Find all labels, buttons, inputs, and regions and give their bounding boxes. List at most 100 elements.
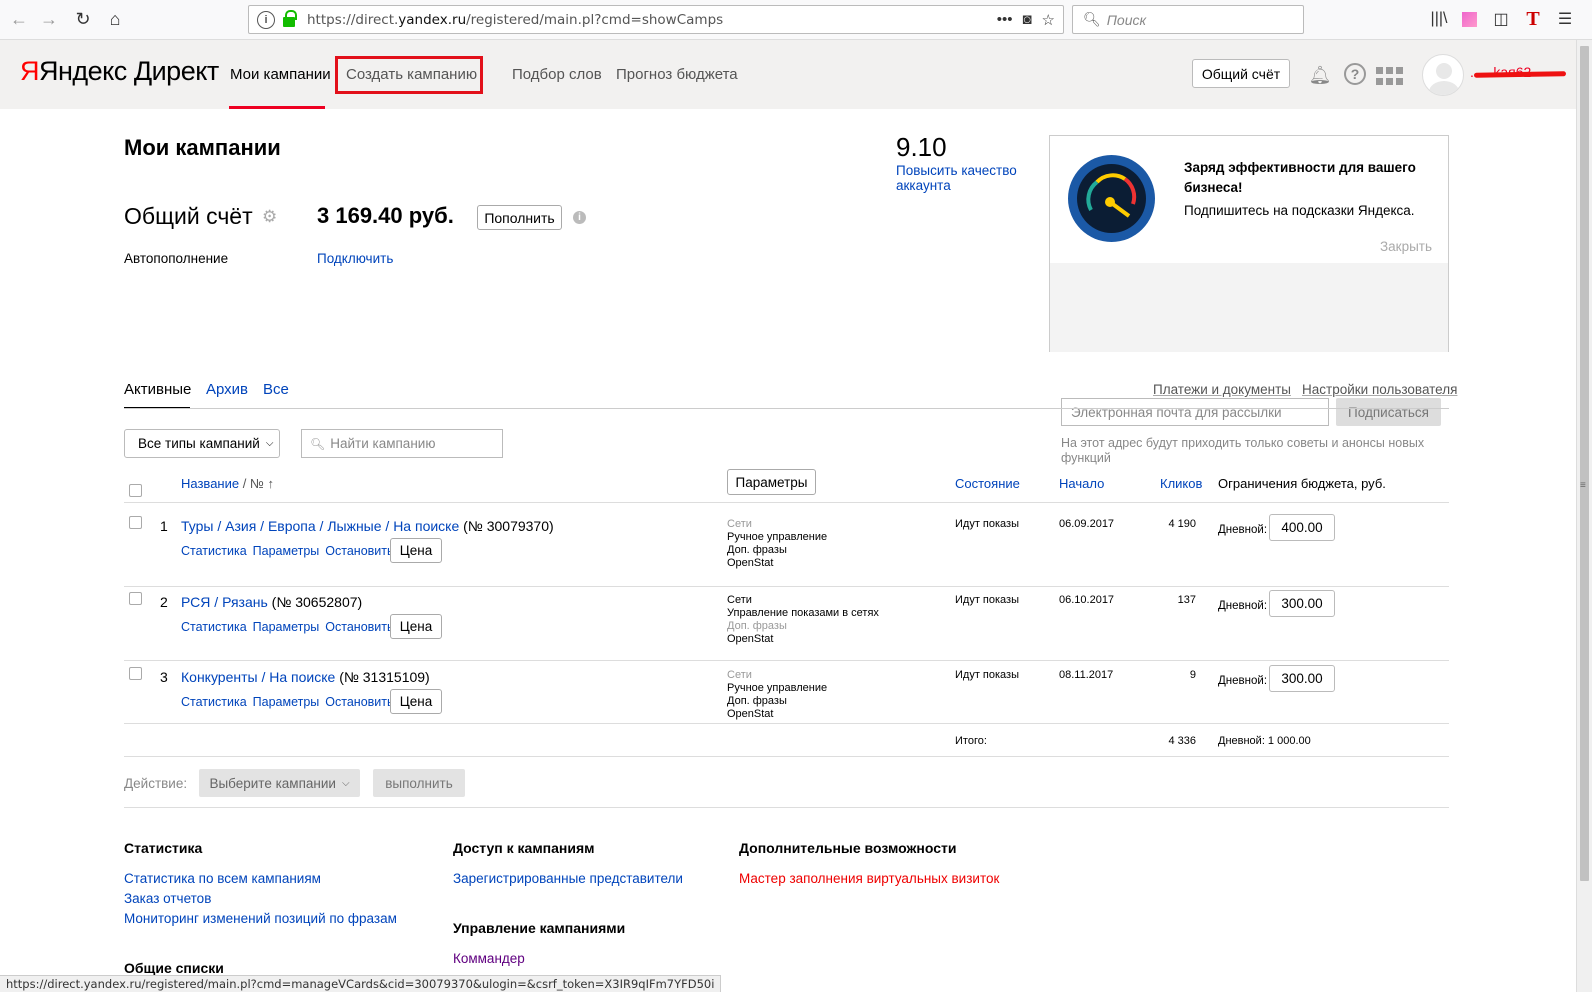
column-name-header[interactable]: Название / № ↑ <box>181 476 274 491</box>
campaign-state: Идут показы <box>955 594 1019 606</box>
execute-button[interactable]: выполнить <box>373 769 465 797</box>
nav-my-campaigns[interactable]: Мои кампании <box>230 66 331 83</box>
home-icon[interactable]: ⌂ <box>102 6 128 32</box>
browser-toolbar: ← → ↻ ⌂ i https://direct.yandex.ru/regis… <box>0 0 1592 40</box>
bookmark-star-icon[interactable]: ☆ <box>1042 11 1055 29</box>
footer-stats-title: Статистика <box>124 840 203 856</box>
params-link[interactable]: Параметры <box>253 695 320 709</box>
tab-archive[interactable]: Архив <box>206 381 248 398</box>
stats-link[interactable]: Статистика <box>181 544 247 558</box>
payments-link[interactable]: Платежи и документы <box>1153 382 1291 397</box>
reload-icon[interactable]: ↻ <box>70 6 96 32</box>
campaign-flags: Сети Ручное управление Доп. фразы OpenSt… <box>727 518 828 569</box>
improve-quality-link[interactable]: Повысить качество аккаунта <box>896 163 1036 193</box>
avatar[interactable] <box>1422 54 1464 96</box>
sidebar-icon[interactable]: ◫ <box>1490 8 1512 30</box>
select-all-checkbox[interactable] <box>129 484 142 497</box>
browser-search-field[interactable]: 🔍︎ Поиск <box>1072 5 1304 34</box>
choose-campaigns-select[interactable]: Выберите кампании ⌵ <box>199 769 360 797</box>
nav-word-selection[interactable]: Подбор слов <box>512 66 602 83</box>
table-row: 1 Туры / Азия / Европа / Лыжные / На пои… <box>0 514 1576 586</box>
footer-link[interactable]: Мастер заполнения виртуальных визиток <box>739 871 999 886</box>
page-title: Мои кампании <box>124 135 281 160</box>
stop-link[interactable]: Остановить <box>325 620 393 634</box>
topup-button[interactable]: Пополнить <box>477 205 562 230</box>
campaign-search-input[interactable]: 🔍︎ Найти кампанию <box>301 429 503 458</box>
search-icon: 🔍︎ <box>310 436 326 451</box>
price-button[interactable]: Цена <box>390 538 442 563</box>
pocket-icon[interactable]: ◙ <box>1022 11 1031 28</box>
nav-budget-forecast[interactable]: Прогноз бюджета <box>616 66 738 83</box>
campaign-link[interactable]: Туры / Азия / Европа / Лыжные / На поиск… <box>181 518 459 534</box>
limit-label: Дневной: <box>1218 675 1268 687</box>
address-bar[interactable]: i https://direct.yandex.ru/registered/ma… <box>248 5 1064 34</box>
stats-link[interactable]: Статистика <box>181 620 247 634</box>
stop-link[interactable]: Остановить <box>325 695 393 709</box>
daily-limit-input[interactable]: 400.00 <box>1269 514 1335 541</box>
apps-grid-icon[interactable] <box>1376 67 1403 85</box>
table-row: 3 Конкуренты / На поиске (№ 31315109) Ст… <box>0 665 1576 737</box>
scrollbar-thumb[interactable] <box>1580 46 1589 881</box>
column-clicks-header[interactable]: Кликов <box>1160 476 1202 491</box>
footer-link[interactable]: Коммандер <box>453 951 525 966</box>
params-link[interactable]: Параметры <box>253 620 320 634</box>
total-label: Итого: <box>955 735 987 747</box>
chevron-down-icon: ⌵ <box>341 777 350 789</box>
tab-active[interactable]: Активные <box>124 381 191 398</box>
bell-icon[interactable]: 🔔︎ <box>1308 63 1332 87</box>
column-start-header[interactable]: Начало <box>1059 476 1104 491</box>
row-number: 3 <box>160 669 168 685</box>
campaign-id: (№ 30652807) <box>271 594 363 610</box>
footer-link[interactable]: Зарегистрированные представители <box>453 871 683 886</box>
library-icon[interactable]: |||\ <box>1428 8 1450 30</box>
stats-link[interactable]: Статистика <box>181 695 247 709</box>
account-button[interactable]: Общий счёт <box>1192 59 1290 88</box>
campaign-flags: Сети Управление показами в сетях Доп. фр… <box>727 594 879 645</box>
gear-icon[interactable]: ⚙ <box>262 208 278 225</box>
forward-icon[interactable]: → <box>36 6 62 32</box>
help-icon[interactable]: ? <box>1344 63 1366 85</box>
menu-icon[interactable]: ☰ <box>1554 8 1576 30</box>
campaign-clicks: 4 190 <box>1168 518 1196 530</box>
autofill-label: Автопополнение <box>124 251 229 266</box>
params-link[interactable]: Параметры <box>253 544 320 558</box>
footer-link[interactable]: Статистика по всем кампаниям <box>124 871 321 886</box>
footer-link[interactable]: Заказ отчетов <box>124 891 211 906</box>
site-info-icon[interactable]: i <box>257 10 275 29</box>
stop-link[interactable]: Остановить <box>325 544 393 558</box>
daily-limit-input[interactable]: 300.00 <box>1269 665 1335 692</box>
scrollbar[interactable]: ≡ <box>1576 40 1592 992</box>
row-checkbox[interactable] <box>129 592 142 605</box>
promo-close-link[interactable]: Закрыть <box>1380 239 1432 254</box>
price-button[interactable]: Цена <box>390 614 442 639</box>
page-actions-icon[interactable]: ••• <box>997 11 1013 28</box>
autofill-connect-link[interactable]: Подключить <box>317 251 393 266</box>
site-header: ЯЯндекс Директ Мои кампании Создать камп… <box>0 40 1576 109</box>
row-checkbox[interactable] <box>129 516 142 529</box>
search-icon: 🔍︎ <box>1083 11 1101 27</box>
logo[interactable]: ЯЯндекс Директ <box>20 56 219 87</box>
parameters-button[interactable]: Параметры <box>727 469 816 495</box>
row-checkbox[interactable] <box>129 667 142 680</box>
campaign-types-select[interactable]: Все типы кампаний ⌵ <box>124 429 280 458</box>
balance-value: 3 169.40 руб. <box>317 203 454 228</box>
footer-link[interactable]: Мониторинг изменений позиций по фразам <box>124 911 397 926</box>
action-label: Действие: <box>124 776 188 791</box>
url-text: https://direct.yandex.ru/registered/main… <box>307 11 724 28</box>
extension-icon[interactable] <box>1458 8 1480 30</box>
price-button[interactable]: Цена <box>390 689 442 714</box>
speedometer-icon <box>1068 155 1155 242</box>
user-settings-link[interactable]: Настройки пользователя <box>1302 382 1457 397</box>
column-state-header[interactable]: Состояние <box>955 476 1020 491</box>
campaign-link[interactable]: РСЯ / Рязань <box>181 594 268 610</box>
back-icon[interactable]: ← <box>6 6 32 32</box>
email-field[interactable]: Электронная почта для рассылки <box>1061 398 1329 426</box>
campaign-link[interactable]: Конкуренты / На поиске <box>181 669 335 685</box>
translate-icon[interactable]: T <box>1522 8 1544 30</box>
table-row: 2 РСЯ / Рязань (№ 30652807) Статистика П… <box>0 590 1576 662</box>
nav-create-campaign[interactable]: Создать кампанию <box>346 66 477 83</box>
subscribe-button[interactable]: Подписаться <box>1336 398 1441 426</box>
tab-all[interactable]: Все <box>263 381 289 398</box>
info-icon[interactable]: i <box>573 211 586 224</box>
daily-limit-input[interactable]: 300.00 <box>1269 590 1335 617</box>
